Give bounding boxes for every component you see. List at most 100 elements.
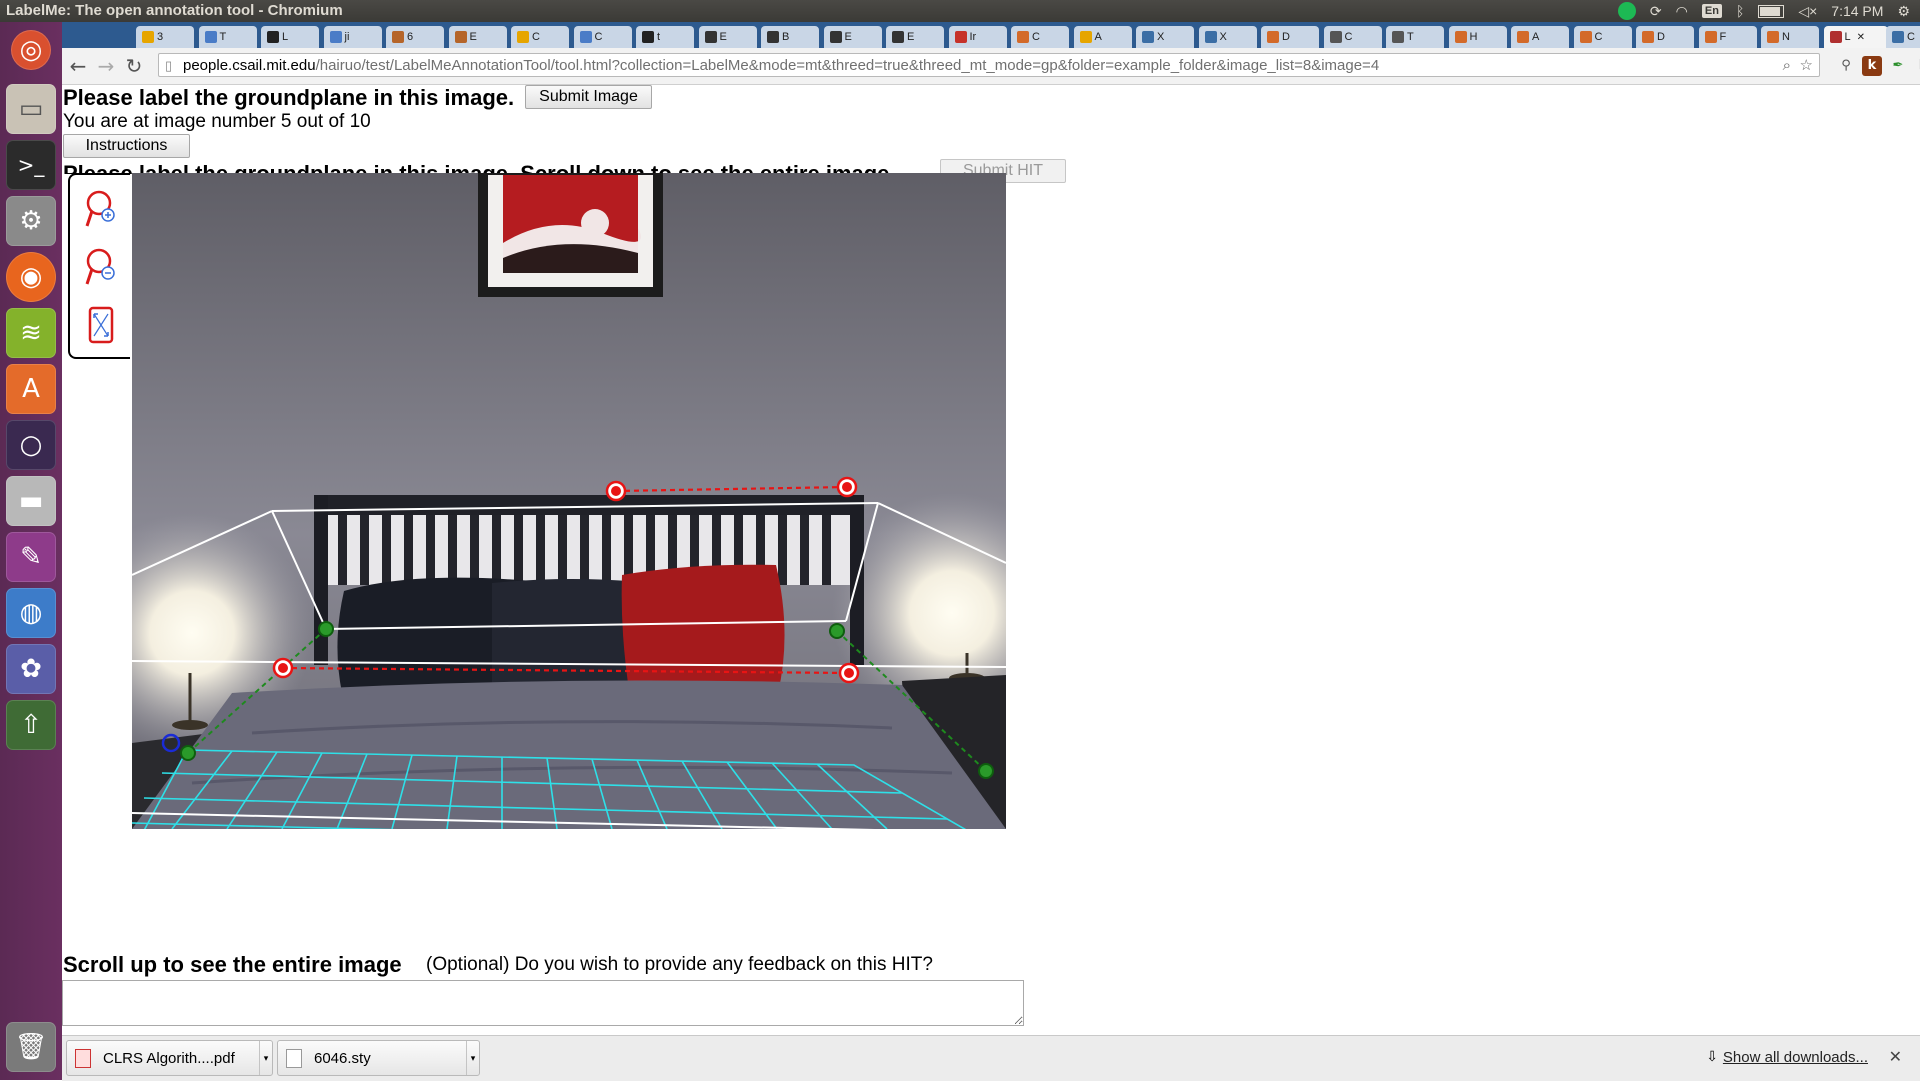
browser-tab[interactable]: H: [1448, 26, 1507, 48]
tab-close-icon[interactable]: ✕: [1857, 32, 1865, 43]
keyboard-language-indicator[interactable]: En: [1701, 4, 1722, 18]
pocket-icon[interactable]: ◘: [1914, 56, 1920, 76]
volume-muted-icon[interactable]: ◁×: [1798, 3, 1817, 20]
bookmark-star-icon[interactable]: ☆: [1800, 54, 1813, 76]
browser-tab[interactable]: C: [1323, 26, 1382, 48]
back-button[interactable]: ←: [66, 54, 90, 78]
browser-tab[interactable]: 3: [136, 26, 194, 48]
tab-favicon-icon: [1829, 31, 1842, 43]
tab-favicon-icon: [454, 31, 467, 43]
extension-k-icon[interactable]: k: [1862, 56, 1882, 76]
bluetooth-icon[interactable]: ᛒ: [1736, 3, 1744, 19]
tab-label: A: [1094, 31, 1102, 43]
forward-button[interactable]: →: [94, 54, 118, 78]
browser-tab[interactable]: N: [1761, 26, 1819, 48]
disk-ring-icon[interactable]: ○: [6, 420, 56, 470]
spotify-indicator-icon[interactable]: [1617, 2, 1636, 20]
update-manager-icon[interactable]: ⇧: [6, 700, 56, 750]
browser-tab[interactable]: E: [698, 26, 757, 48]
browser-tab[interactable]: X: [1136, 26, 1194, 48]
browser-tab[interactable]: E: [823, 26, 882, 48]
tab-favicon-icon: [1892, 31, 1904, 43]
terminal-icon[interactable]: >_: [6, 140, 56, 190]
browser-tab[interactable]: X: [1198, 26, 1257, 48]
system-settings-icon[interactable]: ⚙: [6, 196, 56, 246]
drive-icon[interactable]: ▬: [6, 476, 56, 526]
extension-feather-icon[interactable]: ✒: [1888, 56, 1908, 76]
tab-label: C: [594, 31, 603, 43]
browser-tab[interactable]: E: [448, 26, 507, 48]
download-item-pdf[interactable]: CLRS Algorith....pdf ▾: [66, 1040, 273, 1076]
browser-tab[interactable]: T: [198, 26, 257, 48]
tab-favicon-icon: [954, 31, 967, 43]
browser-tab[interactable]: C: [1573, 26, 1632, 48]
download-filename: 6046.sty: [314, 1049, 371, 1067]
browser-tab[interactable]: L ✕: [1823, 26, 1888, 48]
zoom-out-icon[interactable]: [84, 247, 118, 287]
software-center-icon[interactable]: A: [6, 364, 56, 414]
trash-icon[interactable]: 🗑: [6, 1022, 56, 1072]
browser-tab[interactable]: C: [573, 26, 632, 48]
spotify-icon[interactable]: ≋: [6, 308, 56, 358]
reload-button[interactable]: ↻: [122, 54, 146, 78]
browser-tab[interactable]: F: [1698, 26, 1757, 48]
browser-tab[interactable]: D: [1261, 26, 1319, 48]
browser-tab[interactable]: C: [511, 26, 569, 48]
wall-painting: [478, 173, 663, 297]
browser-tab[interactable]: E: [886, 26, 944, 48]
tab-favicon-icon: [1142, 31, 1154, 43]
tab-label: E: [844, 31, 852, 43]
zoom-in-icon[interactable]: [84, 189, 118, 229]
chevron-down-icon[interactable]: ▾: [259, 1041, 272, 1075]
address-bar[interactable]: ▯ people.csail.mit.edu/hairuo/test/Label…: [158, 53, 1820, 77]
tab-favicon-icon: [329, 31, 342, 43]
browser-tab[interactable]: t: [636, 26, 694, 48]
browser-tab[interactable]: B: [761, 26, 819, 48]
browser-tab[interactable]: A: [1073, 26, 1132, 48]
extension-puzzle-icon[interactable]: ⚲: [1836, 56, 1856, 76]
browser-tab[interactable]: C: [1886, 26, 1920, 48]
zoom-magnifier-icon[interactable]: ⌕: [1783, 54, 1791, 76]
tool-panel: [68, 173, 130, 359]
battery-icon[interactable]: [1758, 4, 1785, 18]
tab-label: C: [1032, 31, 1040, 43]
browser-tab[interactable]: ji: [323, 26, 382, 48]
dash-home-icon[interactable]: ◎: [11, 30, 51, 70]
feedback-textarea[interactable]: [62, 980, 1024, 1026]
system-indicators: ⟳ ◠ En ᛒ ◁× 7:14 PM ⚙: [1617, 0, 1910, 22]
show-all-downloads-link[interactable]: Show all downloads...: [1723, 1049, 1868, 1066]
text-editor-icon[interactable]: ✎: [6, 532, 56, 582]
tab-label: H: [1469, 31, 1478, 43]
browser-tab[interactable]: D: [1636, 26, 1694, 48]
firefox-icon[interactable]: ◉: [6, 252, 56, 302]
files-icon[interactable]: ▭: [6, 84, 56, 134]
instructions-button[interactable]: Instructions: [63, 134, 190, 158]
settings-gear-icon[interactable]: ⚙: [1897, 3, 1910, 20]
submit-image-button[interactable]: Submit Image: [525, 85, 652, 109]
annotation-image[interactable]: [132, 173, 1006, 829]
browser-toolbar: ← → ↻ ▯ people.csail.mit.edu/hairuo/test…: [62, 48, 1920, 85]
tab-label: ji: [344, 31, 350, 43]
page-info-icon[interactable]: ▯: [165, 54, 172, 76]
browser-tab[interactable]: Ir: [948, 26, 1007, 48]
browser-tab[interactable]: A: [1511, 26, 1569, 48]
browser-tab[interactable]: C: [1011, 26, 1069, 48]
clock[interactable]: 7:14 PM: [1831, 3, 1883, 19]
wifi-icon[interactable]: ◠: [1676, 3, 1688, 20]
shotwell-icon[interactable]: ✿: [6, 644, 56, 694]
sync-icon[interactable]: ⟳: [1650, 3, 1662, 20]
tab-favicon-icon: [1517, 31, 1529, 43]
download-arrow-icon: ⇩: [1706, 1048, 1718, 1064]
tab-label: Ir: [969, 31, 977, 43]
browser-tab[interactable]: 6: [386, 26, 444, 48]
download-item-sty[interactable]: 6046.sty ▾: [277, 1040, 480, 1076]
browser-tab[interactable]: L: [261, 26, 319, 48]
chevron-down-icon[interactable]: ▾: [466, 1041, 479, 1075]
fit-image-icon[interactable]: [84, 305, 118, 345]
tab-label: C: [1594, 31, 1603, 43]
close-icon[interactable]: ✕: [1889, 1047, 1902, 1067]
browser-tab[interactable]: T: [1386, 26, 1444, 48]
chromium-icon[interactable]: ◍: [6, 588, 56, 638]
tab-label: C: [1907, 31, 1915, 43]
url-host: people.csail.mit.edu: [183, 57, 316, 74]
